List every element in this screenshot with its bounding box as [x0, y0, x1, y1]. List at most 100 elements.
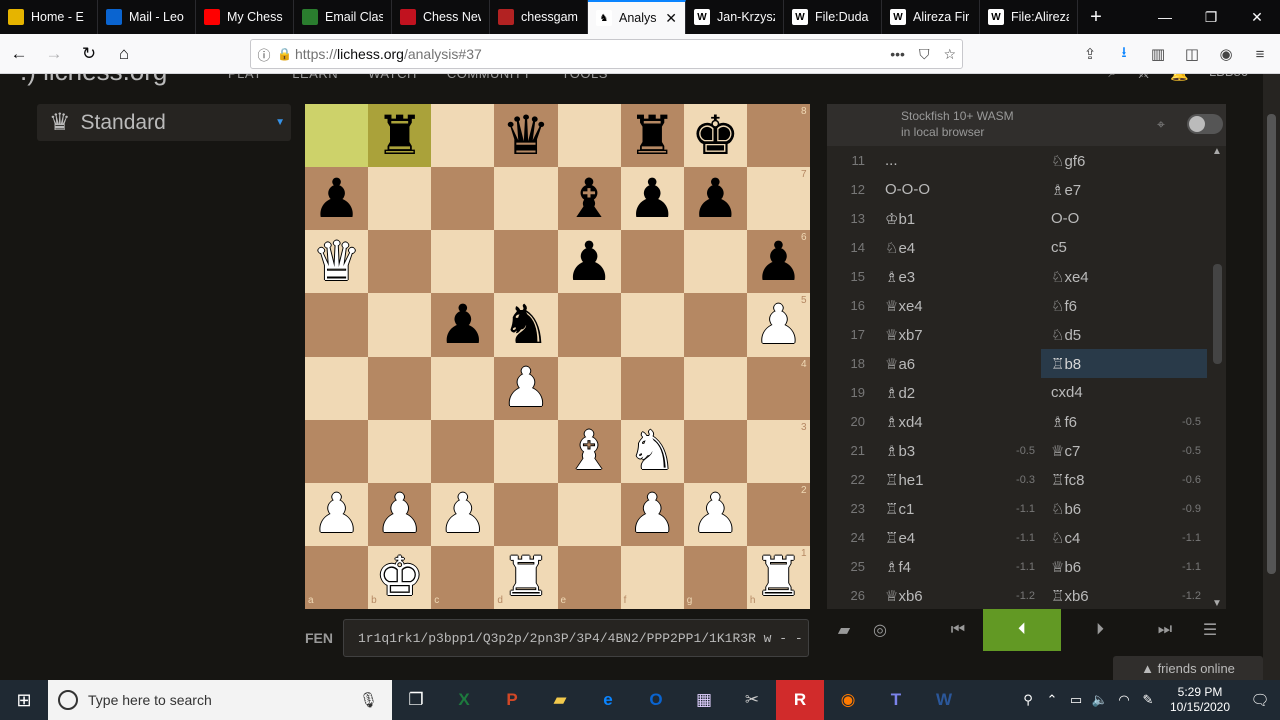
- notification-center-icon[interactable]: 🗨: [1240, 691, 1280, 709]
- pen-icon[interactable]: ✎: [1136, 692, 1160, 708]
- square-b6[interactable]: [368, 230, 432, 294]
- black-move[interactable]: ♕c7 -0.5: [1041, 436, 1207, 465]
- previous-move-icon[interactable]: ⏴: [983, 609, 1061, 651]
- black-move[interactable]: ♕b6 -1.1: [1041, 552, 1207, 581]
- friends-online-button[interactable]: ▲ friends online: [1113, 656, 1263, 680]
- black-pawn-piece[interactable]: ♟: [558, 230, 621, 293]
- square-f6[interactable]: [620, 230, 684, 294]
- white-move[interactable]: ♗xd4: [875, 407, 1041, 436]
- square-e4[interactable]: [557, 356, 621, 420]
- square-a3[interactable]: [305, 419, 369, 483]
- white-pawn-piece[interactable]: ♟: [621, 483, 684, 546]
- account-icon[interactable]: ◉: [1212, 45, 1240, 63]
- square-c1[interactable]: [431, 545, 495, 609]
- battery-icon[interactable]: ▭: [1064, 692, 1088, 708]
- square-d7[interactable]: [494, 167, 558, 231]
- white-pawn-piece[interactable]: ♟: [684, 483, 747, 546]
- excel-icon[interactable]: X: [440, 680, 488, 720]
- black-move[interactable]: ♘c4 -1.1: [1041, 523, 1207, 552]
- black-bishop-piece[interactable]: ♝: [558, 167, 621, 230]
- close-window-icon[interactable]: ✕: [1234, 0, 1280, 34]
- white-move[interactable]: ♕xb7: [875, 320, 1041, 349]
- extension-icon[interactable]: ⇪: [1076, 45, 1104, 63]
- library-icon[interactable]: ▥: [1144, 45, 1172, 63]
- volume-icon[interactable]: 🔈: [1088, 692, 1112, 708]
- white-rook-piece[interactable]: ♜: [494, 546, 557, 609]
- black-move[interactable]: cxd4: [1041, 378, 1207, 407]
- black-pawn-piece[interactable]: ♟: [684, 167, 747, 230]
- white-move[interactable]: ♗b3 -0.5: [875, 436, 1041, 465]
- black-move[interactable]: ♘xe4: [1041, 262, 1207, 291]
- white-move[interactable]: ♖he1 -0.3: [875, 465, 1041, 494]
- square-d3[interactable]: [494, 419, 558, 483]
- bookmark-star-icon[interactable]: ☆: [943, 46, 956, 63]
- tray-chevron-icon[interactable]: ⌃: [1040, 692, 1064, 708]
- square-b5[interactable]: [368, 293, 432, 357]
- square-a1[interactable]: [305, 545, 369, 609]
- white-move[interactable]: ♗d2: [875, 378, 1041, 407]
- site-logo[interactable]: .) lichess.org: [20, 74, 167, 87]
- black-move[interactable]: ♗e7: [1041, 175, 1207, 204]
- nav-item-tools[interactable]: TOOLS: [562, 74, 608, 81]
- nav-item-watch[interactable]: WATCH: [368, 74, 417, 81]
- square-b3[interactable]: [368, 419, 432, 483]
- black-move[interactable]: ♖fc8 -0.6: [1041, 465, 1207, 494]
- powerpoint-icon[interactable]: P: [488, 680, 536, 720]
- windows-start-icon[interactable]: ⊞: [0, 680, 48, 720]
- page-actions-icon[interactable]: •••: [890, 46, 905, 63]
- page-scroll-thumb[interactable]: [1267, 114, 1276, 574]
- book-icon[interactable]: ▰: [829, 609, 859, 651]
- square-d2[interactable]: [494, 482, 558, 546]
- page-scrollbar[interactable]: [1263, 74, 1280, 680]
- black-move[interactable]: ♘f6: [1041, 291, 1207, 320]
- nav-item-learn[interactable]: LEARN: [292, 74, 338, 81]
- black-rook-piece[interactable]: ♜: [621, 104, 684, 167]
- black-rook-piece[interactable]: ♜: [368, 104, 431, 167]
- engine-toggle[interactable]: [1187, 114, 1223, 134]
- menu-icon[interactable]: ☰: [1195, 609, 1225, 651]
- white-move[interactable]: O-O-O: [875, 175, 1041, 204]
- white-move[interactable]: ♖e4 -1.1: [875, 523, 1041, 552]
- white-pawn-piece[interactable]: ♟: [305, 483, 368, 546]
- white-move[interactable]: ♗e3: [875, 262, 1041, 291]
- square-g5[interactable]: [683, 293, 747, 357]
- square-b7[interactable]: [368, 167, 432, 231]
- square-e5[interactable]: [557, 293, 621, 357]
- nav-item-play[interactable]: PLAY: [228, 74, 262, 81]
- snip-icon[interactable]: ✂: [728, 680, 776, 720]
- browser-tab[interactable]: ♞ Analys ✕: [588, 0, 686, 34]
- black-move[interactable]: ♘gf6: [1041, 146, 1207, 175]
- search-icon[interactable]: ⌕: [1108, 74, 1116, 82]
- taskbar-search[interactable]: Type here to search 🎙: [48, 680, 392, 720]
- white-move[interactable]: ♕xe4: [875, 291, 1041, 320]
- square-e1[interactable]: [557, 545, 621, 609]
- white-move[interactable]: ♖c1 -1.1: [875, 494, 1041, 523]
- menu-icon[interactable]: ≡: [1246, 46, 1274, 63]
- square-c7[interactable]: [431, 167, 495, 231]
- move-list-scrollbar[interactable]: ▲ ▼: [1209, 146, 1226, 609]
- browser-tab[interactable]: My Chess: [196, 0, 294, 34]
- white-pawn-piece[interactable]: ♟: [368, 483, 431, 546]
- new-tab-icon[interactable]: +: [1078, 0, 1114, 34]
- white-knight-piece[interactable]: ♞: [621, 420, 684, 483]
- microphone-icon[interactable]: 🎙: [359, 691, 378, 709]
- black-move[interactable]: ♘b6 -0.9: [1041, 494, 1207, 523]
- square-f1[interactable]: [620, 545, 684, 609]
- people-icon[interactable]: ⚲: [1016, 692, 1040, 708]
- white-move[interactable]: ♕a6: [875, 349, 1041, 378]
- black-move[interactable]: ♘d5: [1041, 320, 1207, 349]
- browser-tab[interactable]: W File:Alireza: [980, 0, 1078, 34]
- square-d6[interactable]: [494, 230, 558, 294]
- wifi-icon[interactable]: ◠: [1112, 692, 1136, 708]
- square-c8[interactable]: [431, 104, 495, 168]
- square-c3[interactable]: [431, 419, 495, 483]
- task-view-icon[interactable]: ❐: [392, 680, 440, 720]
- square-c4[interactable]: [431, 356, 495, 420]
- home-icon[interactable]: ⌂: [108, 38, 140, 70]
- teams-icon[interactable]: T: [872, 680, 920, 720]
- first-move-icon[interactable]: ⏮: [943, 609, 973, 651]
- square-g1[interactable]: [683, 545, 747, 609]
- outlook-icon[interactable]: O: [632, 680, 680, 720]
- chess-board[interactable]: ♜ ♛ ♜ ♚ ♟ ♝ ♟ ♟ ♛ ♟ ♟ ♟ ♞ ♟ ♟ ♝ ♞ ♟ ♟ ♟ ♟ ♟ ♚ ♜ ♜ 8 7 6 5 4 3 2 1 a b c d e f g…: [305, 104, 810, 609]
- sidebar-icon[interactable]: ◫: [1178, 45, 1206, 63]
